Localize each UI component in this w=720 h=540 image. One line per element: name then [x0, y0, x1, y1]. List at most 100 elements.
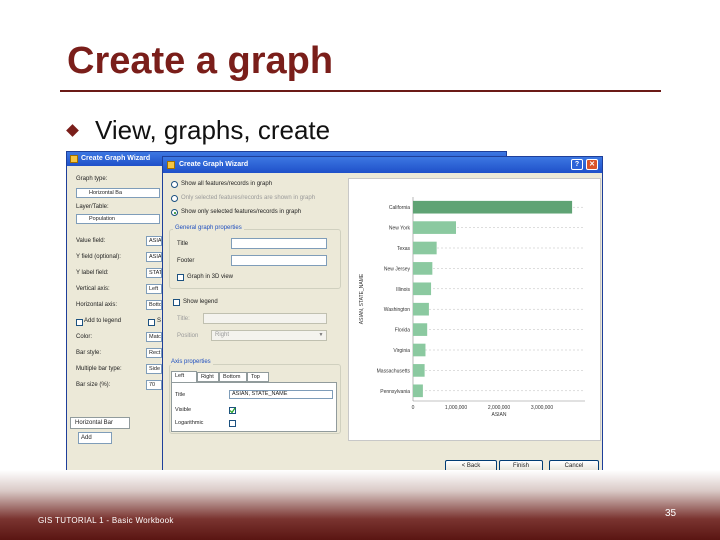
axis-visible-checkbox[interactable]: [229, 407, 236, 414]
bar-chart: California New York Texas New Jersey Illinoi…: [359, 197, 585, 418]
help-button[interactable]: ?: [571, 159, 583, 170]
bar: [413, 323, 428, 336]
axis-log-checkbox[interactable]: [229, 420, 236, 427]
general-properties-title: General graph properties: [173, 225, 244, 231]
footer-input[interactable]: [231, 255, 327, 266]
close-button[interactable]: ✕: [586, 159, 598, 170]
back-field-label: Bar style:: [76, 350, 102, 356]
layer-table-label: Layer/Table:: [76, 204, 109, 210]
category-label: Virginia: [393, 348, 410, 354]
tab-axis-right[interactable]: Right: [197, 372, 219, 382]
axis-title-input[interactable]: ASIAN, STATE_NAME: [229, 390, 333, 399]
back-field-value[interactable]: 70: [146, 380, 162, 390]
tab-axis-top[interactable]: Top: [247, 372, 269, 382]
back-field-label: Color:: [76, 334, 93, 340]
add-to-legend-checkbox[interactable]: [76, 319, 83, 326]
axis-properties-title: Axis properties: [169, 359, 213, 365]
x-tick-label: 1,000,000: [445, 405, 467, 411]
category-label: Washington: [384, 307, 410, 313]
back-option-checkbox[interactable]: [148, 319, 155, 326]
category-label: Pennsylvania: [380, 389, 410, 395]
slide-title: Create a graph: [67, 40, 334, 82]
radio-selected-only-label: Show only selected features/records in g…: [181, 209, 302, 215]
x-tick-label: 2,000,000: [488, 405, 510, 411]
bullet-text: View, graphs, create: [95, 115, 331, 145]
back-field-label: Y label field:: [76, 270, 109, 276]
graph-3d-label: Graph in 3D view: [187, 274, 234, 280]
chevron-down-icon: ▼: [318, 332, 324, 338]
layer-table-select[interactable]: Population: [76, 214, 160, 224]
axis-log-label: Logarithmic: [175, 420, 204, 426]
category-label: Massachusetts: [377, 368, 411, 374]
radio-selected-only[interactable]: [171, 209, 178, 216]
back-window-title: Create Graph Wizard: [81, 155, 151, 162]
legend-position-select[interactable]: Right ▼: [211, 330, 327, 341]
legend-title-input[interactable]: [203, 313, 327, 324]
graph-type-label: Graph type:: [76, 176, 108, 182]
bullet-diamond-icon: [66, 124, 79, 137]
x-axis-label: ASIAN: [491, 412, 506, 418]
legend-position-value: Right: [215, 332, 230, 338]
graph-type-select[interactable]: Horizontal Ba: [76, 188, 160, 198]
legend-title-label: Title:: [177, 316, 190, 322]
title-rule: [60, 90, 661, 92]
footer-band: [0, 470, 720, 540]
chart-icon: [70, 155, 78, 163]
back-field-label: Bar size (%):: [76, 382, 111, 388]
back-field-label: Add to legend: [84, 318, 122, 324]
checkmark-icon: [229, 407, 236, 414]
bar: [413, 221, 456, 234]
back-field-label: Value field:: [76, 238, 106, 244]
back-field-value[interactable]: Rect: [146, 348, 162, 358]
back-field-value[interactable]: ASIA: [146, 252, 162, 262]
show-legend-label: Show legend: [183, 299, 218, 305]
back-field-value[interactable]: ASIA: [146, 236, 162, 246]
back-field-value[interactable]: STATE: [146, 268, 162, 278]
category-label: Texas: [397, 246, 411, 252]
back-field-value[interactable]: Side: [146, 364, 162, 374]
category-label: Illinois: [396, 287, 410, 293]
tab-axis-bottom[interactable]: Bottom: [219, 372, 247, 382]
bar: [413, 241, 437, 255]
y-axis-label: ASIAN, STATE_NAME: [359, 273, 365, 324]
bar: [413, 302, 429, 316]
back-field-value[interactable]: Left: [146, 284, 162, 294]
category-label: New York: [389, 226, 411, 232]
add-button-label: Add: [81, 435, 92, 441]
bar: [413, 364, 425, 377]
bar: [413, 282, 432, 296]
chart-preview: California New York Texas New Jersey Illinoi…: [348, 178, 601, 441]
legend-position-label: Position: [177, 333, 199, 339]
radio-selected-shown-label: Only selected features/records are shown…: [181, 195, 316, 201]
front-window-title: Create Graph Wizard: [179, 161, 249, 168]
x-tick-label: 3,000,000: [531, 405, 553, 411]
back-field-value[interactable]: Matc: [146, 332, 162, 342]
back-field-value[interactable]: Botto: [146, 300, 162, 310]
bar: [413, 384, 423, 398]
category-label: Florida: [395, 328, 411, 334]
footer-text: GIS TUTORIAL 1 - Basic Workbook: [38, 516, 174, 525]
page-number: 35: [665, 508, 677, 519]
chart-icon: [167, 161, 175, 169]
category-label: New Jersey: [384, 266, 411, 272]
back-field-label: Horizontal axis:: [76, 302, 118, 308]
back-field-label: Vertical axis:: [76, 286, 110, 292]
back-field-label: Y field (optional):: [76, 254, 121, 260]
axis-visible-label: Visible: [175, 407, 192, 413]
x-tick-label: 0: [412, 405, 415, 411]
tab-horizontal-bar[interactable]: Horizontal Bar: [70, 417, 130, 429]
graph-3d-checkbox[interactable]: [177, 274, 184, 281]
axis-title-label: Title: [175, 392, 186, 398]
back-field-label: Multiple bar type:: [76, 366, 122, 372]
radio-all-features[interactable]: [171, 181, 178, 188]
tab-axis-left[interactable]: Left: [171, 371, 197, 382]
show-legend-checkbox[interactable]: [173, 299, 180, 306]
footer-label: Footer: [177, 258, 195, 264]
title-input[interactable]: [231, 238, 327, 249]
add-button[interactable]: Add: [78, 432, 112, 444]
title-label: Title: [177, 241, 189, 247]
front-window-titlebar[interactable]: Create Graph Wizard ? ✕: [163, 157, 602, 173]
back-option-label: S: [157, 318, 162, 324]
category-label: California: [389, 205, 410, 211]
radio-selected-shown[interactable]: [171, 195, 178, 202]
